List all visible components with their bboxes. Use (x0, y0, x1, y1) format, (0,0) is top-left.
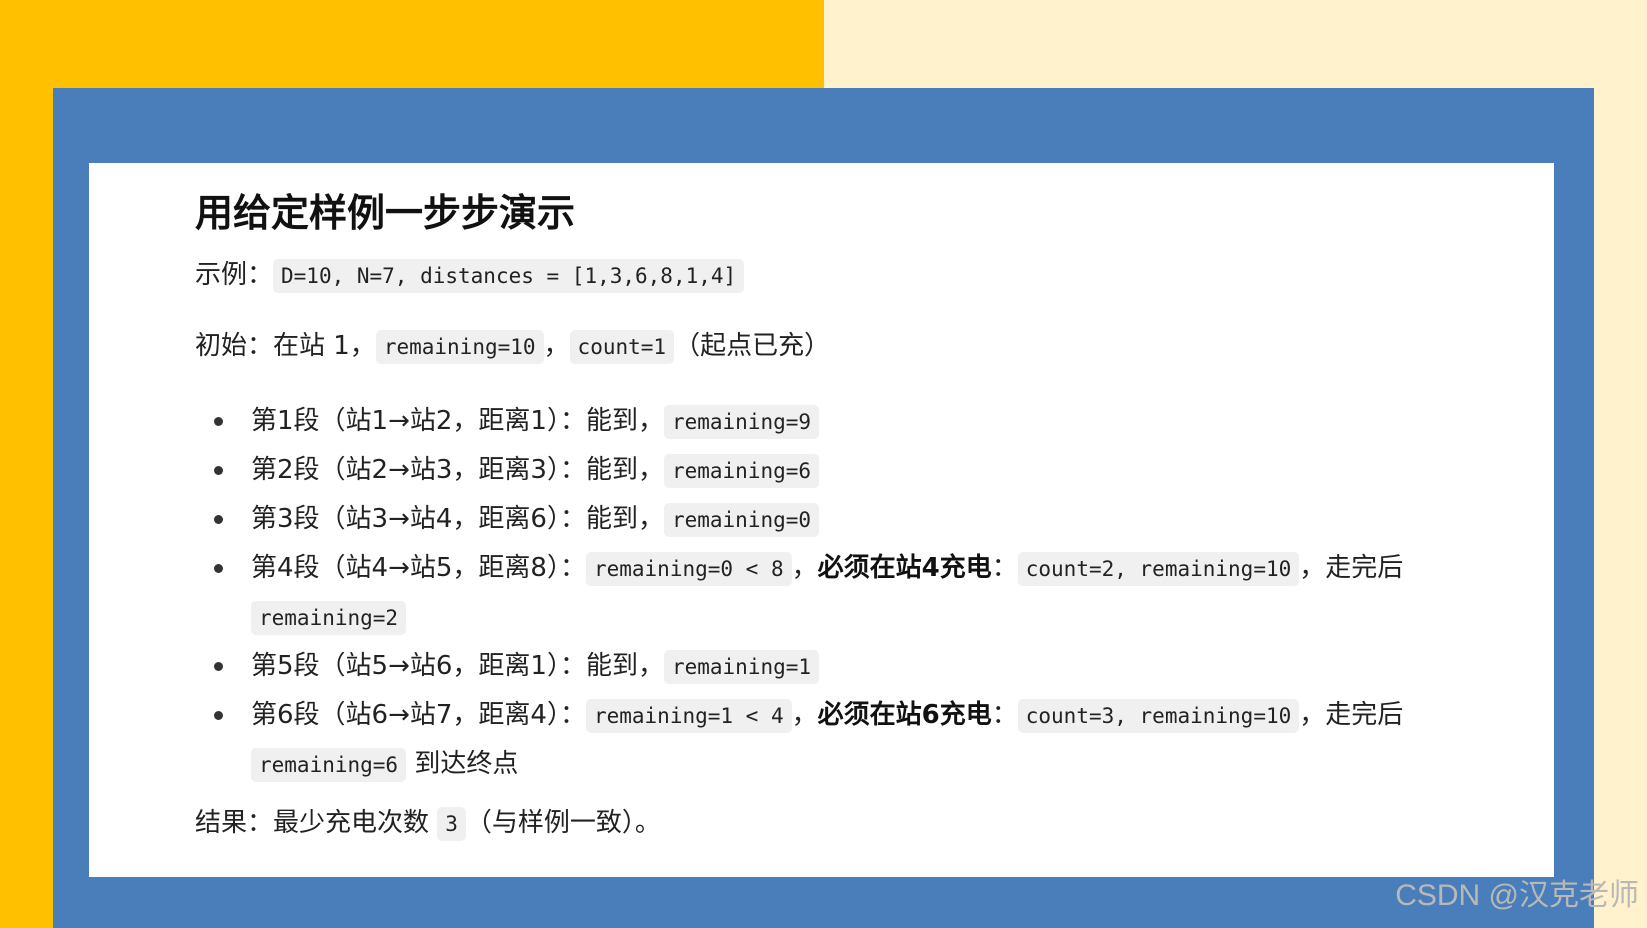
step-code: remaining=1 < 4 (585, 698, 792, 733)
list-item: 第5段（站5→站6，距离1）：能到， remaining=1 (214, 642, 1525, 691)
list-item: 第3段（站3→站4，距离6）：能到， remaining=0 (214, 495, 1525, 544)
steps-list: 第1段（站1→站2，距离1）：能到， remaining=9 第2段（站2→站3，… (195, 397, 1525, 789)
step-code: remaining=6 (663, 453, 820, 488)
list-item: 第1段（站1→站2，距离1）：能到， remaining=9 (214, 397, 1525, 446)
step-tail: 到达终点 (406, 748, 519, 779)
step-after: ，走完后 (1299, 699, 1404, 730)
initial-remaining-code: remaining=10 (375, 329, 544, 364)
step-emphasis: 必须在站4充电 (817, 552, 992, 583)
step-emphasis: 必须在站6充电 (817, 699, 992, 730)
step-code-state: count=2, remaining=10 (1017, 551, 1300, 586)
step-colon: ： (991, 552, 1018, 583)
step-code-state: count=3, remaining=10 (1017, 698, 1300, 733)
step-separator: ， (791, 699, 818, 730)
step-text: 第1段（站1→站2，距离1）：能到， (251, 405, 664, 436)
step-text: 第4段（站4→站5，距离8）： (251, 552, 586, 583)
step-text: 第2段（站2→站3，距离3）：能到， (251, 454, 664, 485)
step-colon: ： (991, 699, 1018, 730)
step-code-result: remaining=6 (251, 747, 407, 782)
step-code: remaining=1 (663, 649, 820, 684)
result-code: 3 (437, 806, 466, 841)
initial-count-code: count=1 (569, 329, 675, 364)
result-line: 结果：最少充电次数 3 （与样例一致）。 (195, 803, 1525, 844)
initial-separator: ， (543, 330, 570, 361)
step-text: 第6段（站6→站7，距离4）： (251, 699, 586, 730)
example-code: D=10, N=7, distances = [1,3,6,8,1,4] (273, 258, 745, 293)
slide-card: 用给定样例一步步演示 示例： D=10, N=7, distances = [1,… (89, 163, 1554, 877)
step-code: remaining=0 (663, 502, 820, 537)
example-label: 示例： (195, 259, 274, 290)
example-line: 示例： D=10, N=7, distances = [1,3,6,8,1,4] (195, 255, 1525, 296)
step-text: 第3段（站3→站4，距离6）：能到， (251, 503, 664, 534)
list-item: 第6段（站6→站7，距离4）： remaining=1 < 4 ，必须在站6充电： c… (214, 691, 1525, 789)
initial-suffix: （起点已充） (674, 330, 831, 361)
step-code: remaining=0 < 8 (585, 551, 792, 586)
step-code: remaining=9 (663, 404, 820, 439)
initial-prefix: 初始：在站 1， (195, 330, 376, 361)
step-separator: ， (791, 552, 818, 583)
list-item: 第4段（站4→站5，距离8）： remaining=0 < 8 ，必须在站4充电： c… (214, 544, 1525, 642)
step-text: 第5段（站5→站6，距离1）：能到， (251, 650, 664, 681)
initial-line: 初始：在站 1， remaining=10， count=1 （起点已充） (195, 326, 1525, 367)
slide-content: 用给定样例一步步演示 示例： D=10, N=7, distances = [1,… (195, 191, 1525, 844)
result-suffix: （与样例一致）。 (465, 807, 661, 838)
page-title: 用给定样例一步步演示 (195, 191, 576, 235)
list-item: 第2段（站2→站3，距离3）：能到， remaining=6 (214, 446, 1525, 495)
result-prefix: 结果：最少充电次数 (195, 807, 438, 838)
watermark: CSDN @汉克老师 (1395, 879, 1639, 912)
step-after: ，走完后 (1299, 552, 1404, 583)
step-code-result: remaining=2 (251, 600, 407, 635)
